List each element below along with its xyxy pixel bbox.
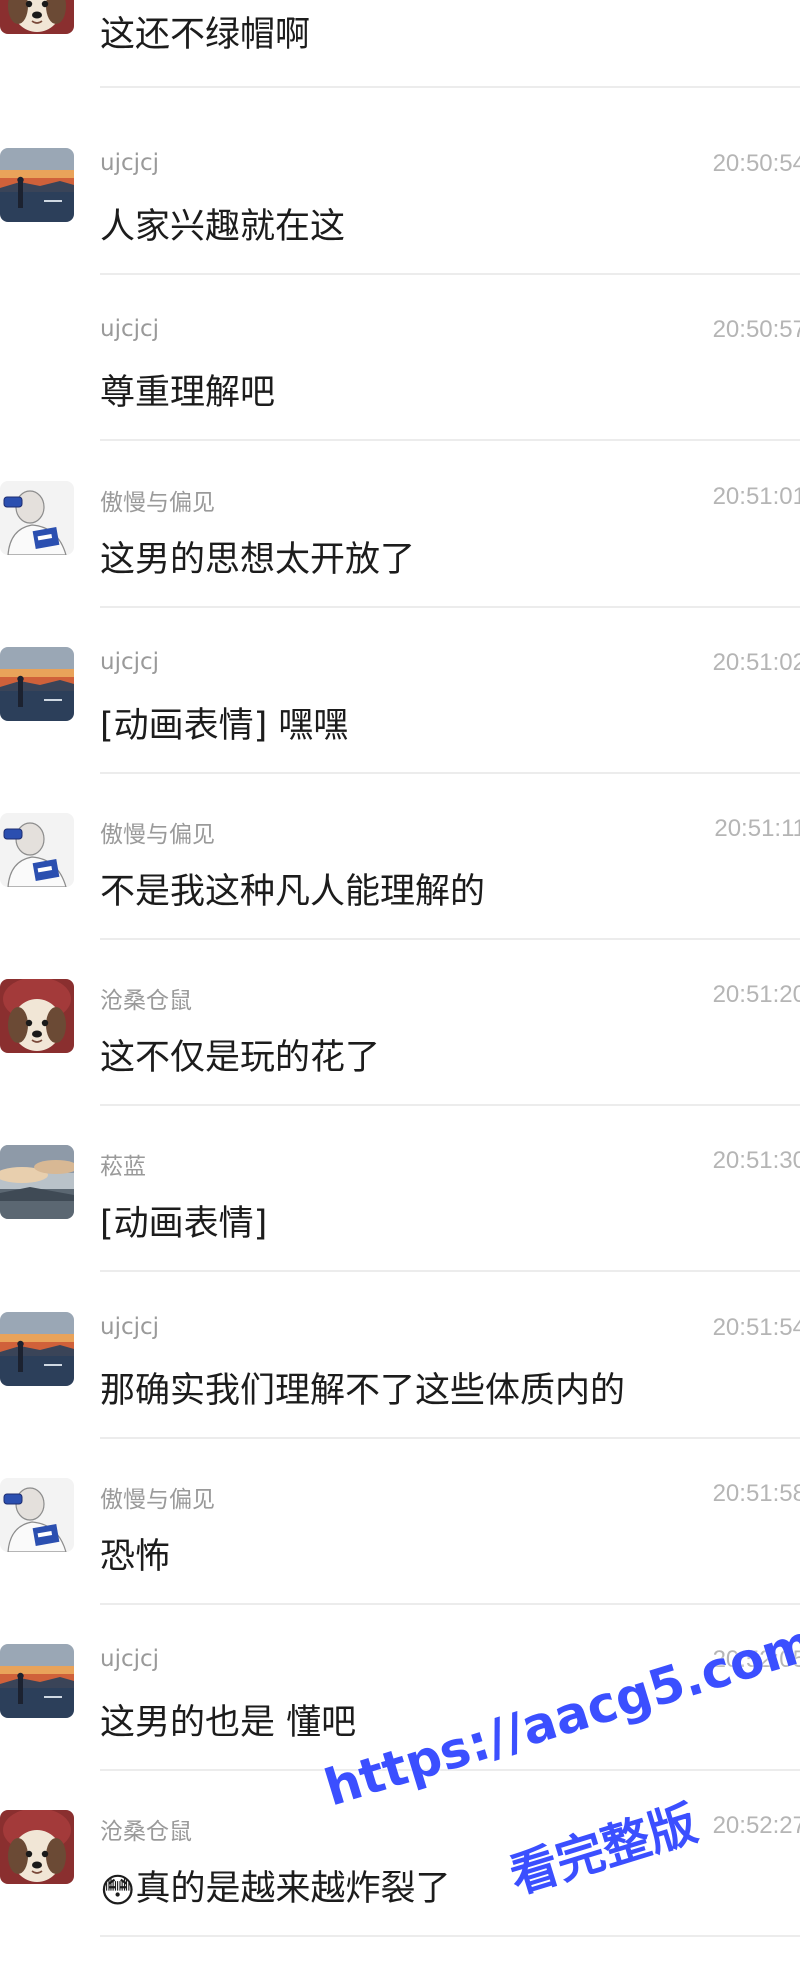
message-time: 20:50:57 (712, 316, 800, 344)
message-body: 人家兴趣就在这 (100, 207, 346, 248)
message-body: [动画表情] (100, 1204, 268, 1245)
message-divider (100, 1935, 800, 1938)
dog-avatar[interactable] (0, 979, 74, 1053)
chat-message[interactable]: 沧桑仓鼠 20:51:20 这不仅是玩的花了 (0, 979, 800, 1143)
message-text[interactable]: 那确实我们理解不了这些体质内的 (100, 1362, 625, 1413)
message-divider (100, 439, 800, 442)
sender-name[interactable]: 菘蓝 (100, 1147, 146, 1181)
chat-message[interactable]: ujcjcj 20:52:05 这男的也是 懂吧 (0, 1644, 800, 1808)
message-text[interactable]: 恐怖 (100, 1528, 170, 1579)
sunset-avatar[interactable] (0, 1644, 74, 1718)
message-time: 20:50:54 (712, 150, 800, 178)
message-body: 那确实我们理解不了这些体质内的 (100, 1370, 626, 1411)
message-body: [动画表情] 嘿嘿 (100, 705, 349, 746)
chat-message[interactable]: ujcjcj 20:51:54 那确实我们理解不了这些体质内的 (0, 1312, 800, 1476)
sunset-avatar[interactable] (0, 148, 74, 222)
message-text[interactable]: 这不仅是玩的花了 (100, 1029, 380, 1080)
sender-name[interactable]: ujcjcj (100, 649, 159, 675)
chat-message[interactable]: 傲慢与偏见 20:51:11 不是我这种凡人能理解的 (0, 813, 800, 977)
sender-name[interactable]: 傲慢与偏见 (100, 815, 215, 849)
chat-message[interactable]: ujcjcj 20:51:02 [动画表情] 嘿嘿 (0, 647, 800, 811)
message-text[interactable]: 这还不绿帽啊 (100, 6, 310, 57)
message-text[interactable]: 人家兴趣就在这 (100, 198, 345, 249)
sketch-avatar[interactable] (0, 813, 74, 887)
dog-avatar[interactable] (0, 0, 74, 34)
chat-message[interactable]: ujcjcj 20:50:54 人家兴趣就在这 (0, 148, 800, 312)
message-body: 恐怖 (100, 1536, 171, 1577)
chat-message[interactable]: 菘蓝 20:51:30 [动画表情] (0, 1145, 800, 1309)
sender-name[interactable]: ujcjcj (100, 1314, 159, 1340)
chat-message[interactable]: 沧桑仓鼠20:50:37这还不绿帽啊 (0, 0, 800, 146)
flushed-face-icon: 😳 (100, 1871, 136, 1912)
message-body: 这不仅是玩的花了 (100, 1038, 381, 1079)
message-time: 20:51:01 (712, 482, 800, 510)
sender-name[interactable]: 傲慢与偏见 (100, 483, 215, 517)
message-divider (100, 1104, 800, 1107)
sender-name[interactable]: ujcjcj (100, 150, 159, 176)
message-text[interactable]: [动画表情] 嘿嘿 (100, 697, 348, 748)
dog-avatar[interactable] (0, 1810, 74, 1884)
message-text[interactable]: [动画表情] (100, 1195, 267, 1246)
chat-message[interactable]: 傲慢与偏见 20:51:58 恐怖 (0, 1478, 800, 1642)
sunset-avatar[interactable] (0, 647, 74, 721)
message-body: 这男的也是 懂吧 (100, 1703, 357, 1743)
message-time: 20:51:54 (712, 1313, 800, 1341)
message-text[interactable]: 这男的思想太开放了 (100, 531, 415, 582)
sunset-avatar[interactable] (0, 1312, 74, 1386)
message-time: 20:52:27 (712, 1812, 800, 1840)
sketch-avatar[interactable] (0, 481, 74, 555)
message-text[interactable]: 不是我这种凡人能理解的 (100, 863, 485, 914)
message-time: 20:51:20 (712, 981, 800, 1009)
sketch-avatar[interactable] (0, 1478, 74, 1552)
message-divider (100, 1602, 800, 1605)
chat-message[interactable]: ujcjcj 20:50:57 尊重理解吧 (0, 314, 800, 478)
sender-name[interactable]: ujcjcj (100, 316, 159, 342)
message-body: 真的是越来越炸裂了 (135, 1869, 451, 1910)
message-body: 尊重理解吧 (100, 373, 276, 414)
sky-avatar[interactable] (0, 1145, 74, 1219)
message-time: 20:51:58 (712, 1479, 800, 1507)
message-text[interactable]: 尊重理解吧 (100, 364, 275, 415)
chat-message[interactable]: 傲慢与偏见 20:51:01 这男的思想太开放了 (0, 481, 800, 645)
sender-name[interactable]: 沧桑仓鼠 (100, 1812, 192, 1846)
message-divider (100, 273, 800, 276)
message-time: 20:51:02 (712, 648, 800, 676)
message-divider (100, 1436, 800, 1439)
sender-name[interactable]: 傲慢与偏见 (100, 1480, 215, 1514)
message-divider (100, 1769, 800, 1771)
sender-name[interactable]: ujcjcj (100, 1646, 159, 1672)
message-divider (100, 938, 800, 940)
message-time: 20:52:05 (712, 1646, 800, 1673)
message-time: 20:51:30 (712, 1147, 800, 1175)
message-body: 这还不绿帽啊 (100, 15, 311, 55)
sender-name[interactable]: 沧桑仓鼠 (100, 981, 192, 1015)
message-text[interactable]: 😳真的是越来越炸裂了 (100, 1860, 450, 1911)
chat-message[interactable]: 沧桑仓鼠 20:52:27 😳真的是越来越炸裂了 (0, 1810, 800, 1974)
message-divider (100, 86, 800, 88)
chat-message-list: 沧桑仓鼠20:50:37这还不绿帽啊ujcjcj20:50:54人家兴趣就在这u… (0, 0, 800, 1938)
message-body: 这男的思想太开放了 (100, 539, 416, 580)
message-divider (100, 1270, 800, 1273)
message-divider (100, 605, 800, 608)
message-text[interactable]: 这男的也是 懂吧 (100, 1694, 356, 1745)
message-time: 20:51:11 (714, 815, 800, 842)
message-divider (100, 771, 800, 774)
message-body: 不是我这种凡人能理解的 (100, 872, 486, 912)
